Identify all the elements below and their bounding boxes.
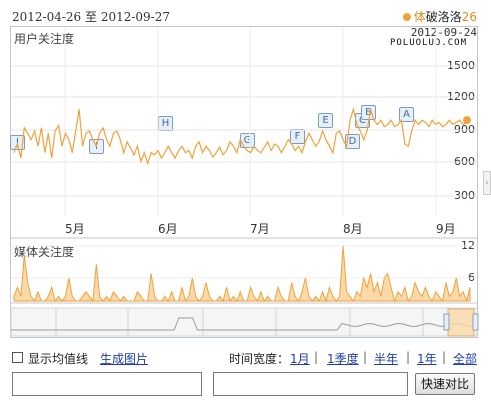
navigator-track bbox=[10, 307, 478, 337]
span-half-year-link[interactable]: 半年 bbox=[374, 350, 398, 367]
navigator-left-handle bbox=[443, 313, 450, 331]
navigator-selection bbox=[447, 308, 475, 337]
generate-image-link[interactable]: 生成图片 bbox=[100, 350, 148, 367]
span-1-year-link[interactable]: 1年 bbox=[417, 350, 437, 367]
index-chart-widget: 2012-04-26 至 2012-09-27 体 破洛洛 26 2012-09… bbox=[0, 0, 491, 401]
quick-compare-button[interactable]: 快速对比 bbox=[415, 373, 475, 395]
keyword-input-1[interactable] bbox=[12, 372, 202, 396]
show-average-checkbox[interactable] bbox=[12, 352, 23, 363]
navigator-right-handle bbox=[472, 313, 479, 331]
span-1-quarter-link[interactable]: 1季度 bbox=[327, 350, 359, 367]
scroll-right-icon[interactable]: › bbox=[483, 171, 491, 195]
current-point bbox=[463, 116, 471, 125]
keyword-input-2[interactable] bbox=[213, 372, 408, 396]
controls-bar: 显示均值线 生成图片 时间宽度： 1月 | 1季度 | 半年 | 1年 | 全部… bbox=[0, 350, 491, 401]
show-average-label: 显示均值线 bbox=[28, 352, 89, 366]
time-span-label: 时间宽度： bbox=[229, 352, 290, 366]
span-separator: | bbox=[363, 350, 368, 364]
span-all-link[interactable]: 全部 bbox=[453, 350, 477, 367]
media-attention-area bbox=[13, 245, 471, 303]
span-separator: | bbox=[442, 350, 447, 364]
user-attention-line bbox=[13, 107, 471, 166]
span-1-month-link[interactable]: 1月 bbox=[290, 350, 310, 367]
span-separator: | bbox=[314, 350, 319, 364]
chart-canvas bbox=[10, 27, 479, 337]
span-separator: | bbox=[406, 350, 411, 364]
